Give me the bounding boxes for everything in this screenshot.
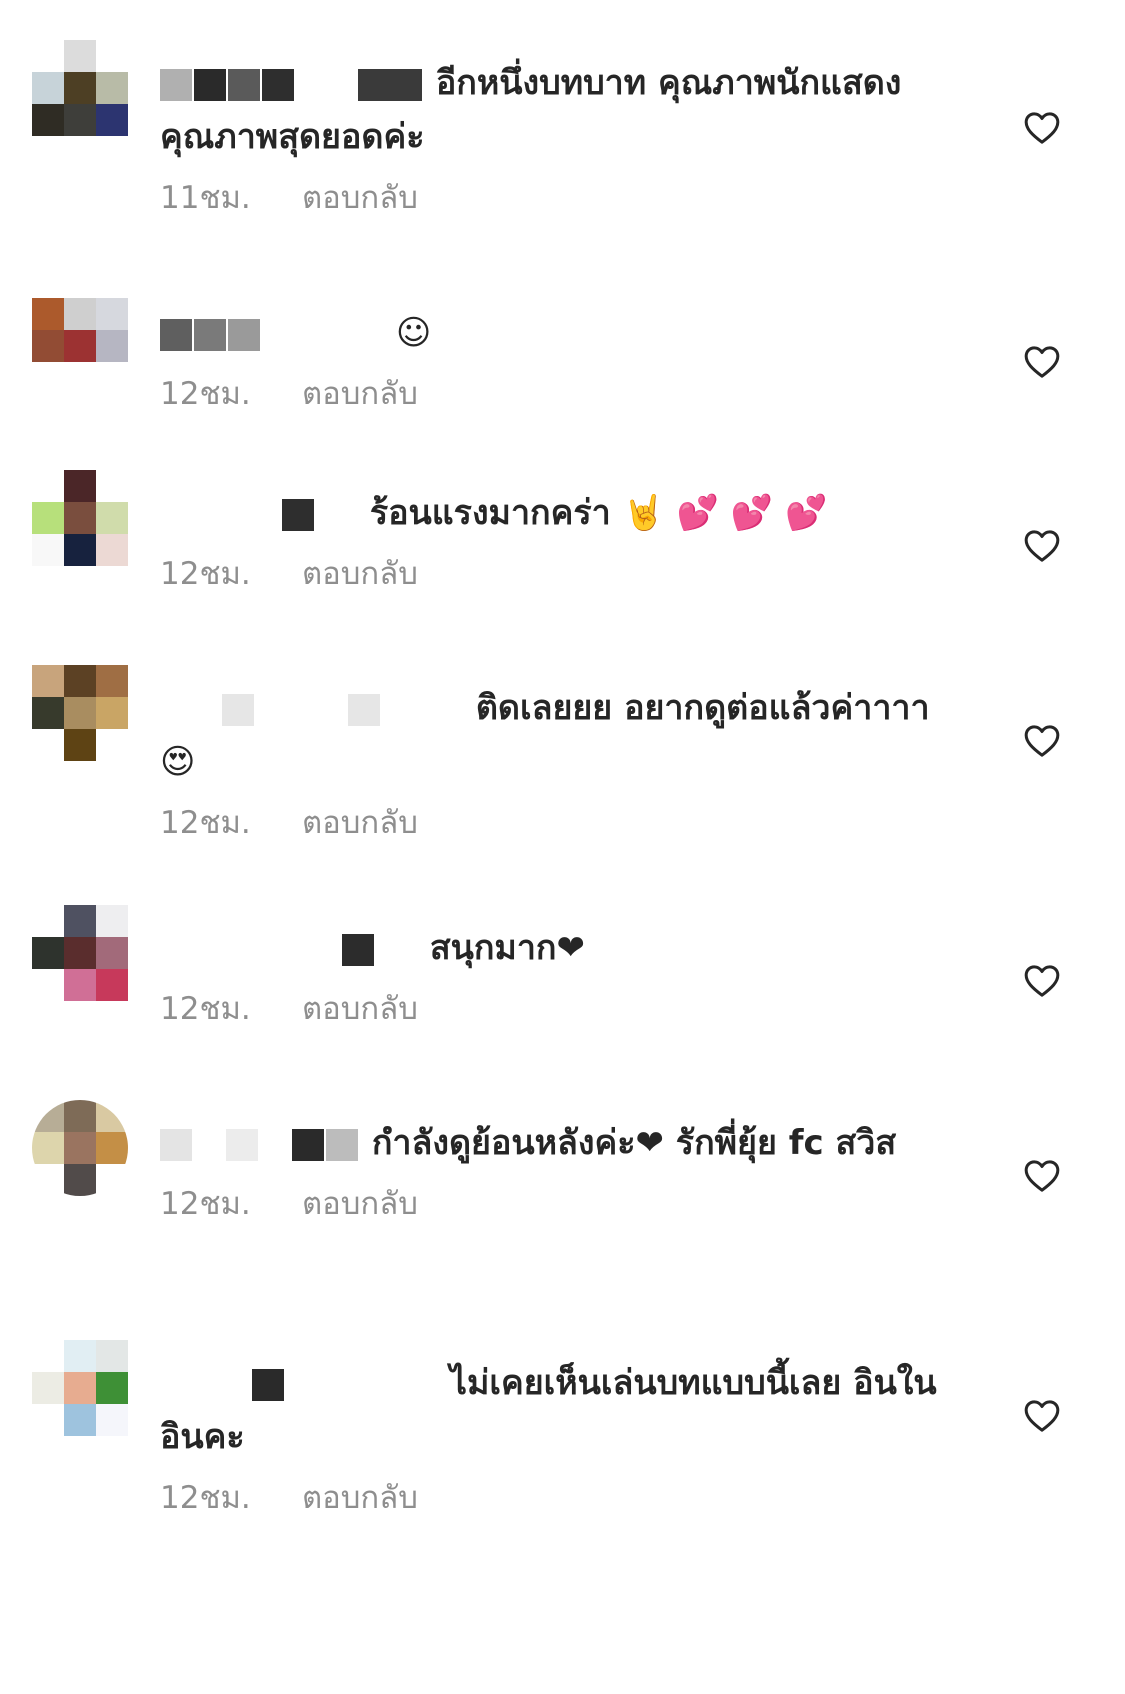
reply-button[interactable]: ตอบกลับ xyxy=(302,1184,418,1224)
redaction-block xyxy=(226,1128,258,1161)
redaction-block xyxy=(260,1128,290,1161)
redaction-block xyxy=(262,318,382,351)
username-redacted[interactable] xyxy=(160,928,418,968)
redaction-block xyxy=(194,318,226,351)
heart-outline-icon[interactable] xyxy=(1022,1396,1062,1436)
redaction-block xyxy=(160,68,192,101)
redaction-block xyxy=(282,498,314,531)
redaction-block xyxy=(222,693,254,726)
comment-message: ร้อนแรงมากคร่า 🤘 💕 💕 💕 xyxy=(369,493,828,533)
redaction-block xyxy=(358,68,422,101)
redaction-block xyxy=(382,693,462,726)
username-redacted[interactable] xyxy=(160,1123,360,1163)
comment-body: อีกหนึ่งบทบาท คุณภาพนักแสดงคุณภาพสุดยอดค… xyxy=(160,56,960,218)
avatar[interactable] xyxy=(32,665,128,761)
comment-text: สนุกมาก❤ xyxy=(160,921,960,975)
redaction-block xyxy=(262,68,294,101)
redaction-block xyxy=(160,1368,250,1401)
reply-button[interactable]: ตอบกลับ xyxy=(302,554,418,594)
avatar[interactable] xyxy=(32,1340,128,1436)
username-redacted[interactable] xyxy=(160,313,384,353)
username-redacted[interactable] xyxy=(160,1363,438,1403)
redaction-block xyxy=(160,1128,192,1161)
comment-meta: 11ชม. ตอบกลับ xyxy=(160,178,960,218)
username-redacted[interactable] xyxy=(160,493,358,533)
timestamp: 12ชม. xyxy=(160,805,251,841)
heart-outline-icon[interactable] xyxy=(1022,961,1062,1001)
redaction-block xyxy=(292,1128,324,1161)
avatar[interactable] xyxy=(32,470,128,566)
reply-button[interactable]: ตอบกลับ xyxy=(302,803,418,843)
comment-message: กำลังดูย้อนหลังค่ะ❤ รักพี่ยุ้ย fc สวิส xyxy=(371,1123,897,1163)
redaction-block xyxy=(228,68,260,101)
heart-outline-icon[interactable] xyxy=(1022,342,1062,382)
username-redacted[interactable] xyxy=(160,688,464,728)
redaction-block xyxy=(160,933,340,966)
redaction-block xyxy=(376,933,416,966)
redaction-block xyxy=(194,1128,224,1161)
redaction-block xyxy=(228,318,260,351)
redaction-block xyxy=(252,1368,284,1401)
redaction-block xyxy=(256,693,346,726)
comment-text: ไม่เคยเห็นเล่นบทแบบนี้เลย อินในอินคะ xyxy=(160,1356,960,1464)
comment-text: ติดเลยยย อยากดูต่อแล้วค่าาาา😍 xyxy=(160,681,960,789)
redaction-block xyxy=(348,693,380,726)
redaction-block xyxy=(342,933,374,966)
comment-body: สนุกมาก❤ 12ชม. ตอบกลับ xyxy=(160,921,960,1029)
comment-text: ☺ xyxy=(160,306,960,360)
timestamp: 12ชม. xyxy=(160,376,251,412)
reply-button[interactable]: ตอบกลับ xyxy=(302,1478,418,1518)
heart-outline-icon[interactable] xyxy=(1022,721,1062,761)
redaction-block xyxy=(296,68,356,101)
comment-text: ร้อนแรงมากคร่า 🤘 💕 💕 💕 xyxy=(160,486,960,540)
avatar[interactable] xyxy=(32,298,128,394)
comment-body: กำลังดูย้อนหลังค่ะ❤ รักพี่ยุ้ย fc สวิส 12… xyxy=(160,1116,960,1224)
timestamp: 12ชม. xyxy=(160,556,251,592)
timestamp: 12ชม. xyxy=(160,1480,251,1516)
avatar[interactable] xyxy=(32,905,128,1001)
comment-meta: 12ชม. ตอบกลับ xyxy=(160,374,960,414)
comment-meta: 12ชม. ตอบกลับ xyxy=(160,989,960,1029)
avatar[interactable] xyxy=(32,40,128,136)
reply-button[interactable]: ตอบกลับ xyxy=(302,374,418,414)
comment-body: ร้อนแรงมากคร่า 🤘 💕 💕 💕 12ชม. ตอบกลับ xyxy=(160,486,960,594)
comment-text: กำลังดูย้อนหลังค่ะ❤ รักพี่ยุ้ย fc สวิส xyxy=(160,1116,960,1170)
comment-meta: 12ชม. ตอบกลับ xyxy=(160,554,960,594)
heart-outline-icon[interactable] xyxy=(1022,108,1062,148)
redaction-block xyxy=(160,498,280,531)
timestamp: 11ชม. xyxy=(160,180,251,216)
redaction-block xyxy=(160,693,220,726)
timestamp: 12ชม. xyxy=(160,1186,251,1222)
redaction-block xyxy=(160,318,192,351)
avatar[interactable] xyxy=(32,1100,128,1196)
comment-meta: 12ชม. ตอบกลับ xyxy=(160,803,960,843)
username-redacted[interactable] xyxy=(160,63,424,103)
comment-text: อีกหนึ่งบทบาท คุณภาพนักแสดงคุณภาพสุดยอดค… xyxy=(160,56,960,164)
comment-message: สนุกมาก❤ xyxy=(429,928,586,968)
redaction-block xyxy=(194,68,226,101)
reply-button[interactable]: ตอบกลับ xyxy=(302,989,418,1029)
comment-body: ไม่เคยเห็นเล่นบทแบบนี้เลย อินในอินคะ 12ชม… xyxy=(160,1356,960,1518)
timestamp: 12ชม. xyxy=(160,991,251,1027)
comment-body: ติดเลยยย อยากดูต่อแล้วค่าาาา😍 12ชม. ตอบกลั… xyxy=(160,681,960,843)
heart-outline-icon[interactable] xyxy=(1022,526,1062,566)
comment-meta: 12ชม. ตอบกลับ xyxy=(160,1478,960,1518)
heart-outline-icon[interactable] xyxy=(1022,1156,1062,1196)
comment-message: ☺ xyxy=(395,313,432,353)
redaction-block xyxy=(316,498,356,531)
redaction-block xyxy=(326,1128,358,1161)
comment-body: ☺ 12ชม. ตอบกลับ xyxy=(160,306,960,414)
comment-meta: 12ชม. ตอบกลับ xyxy=(160,1184,960,1224)
redaction-block xyxy=(286,1368,436,1401)
reply-button[interactable]: ตอบกลับ xyxy=(302,178,418,218)
